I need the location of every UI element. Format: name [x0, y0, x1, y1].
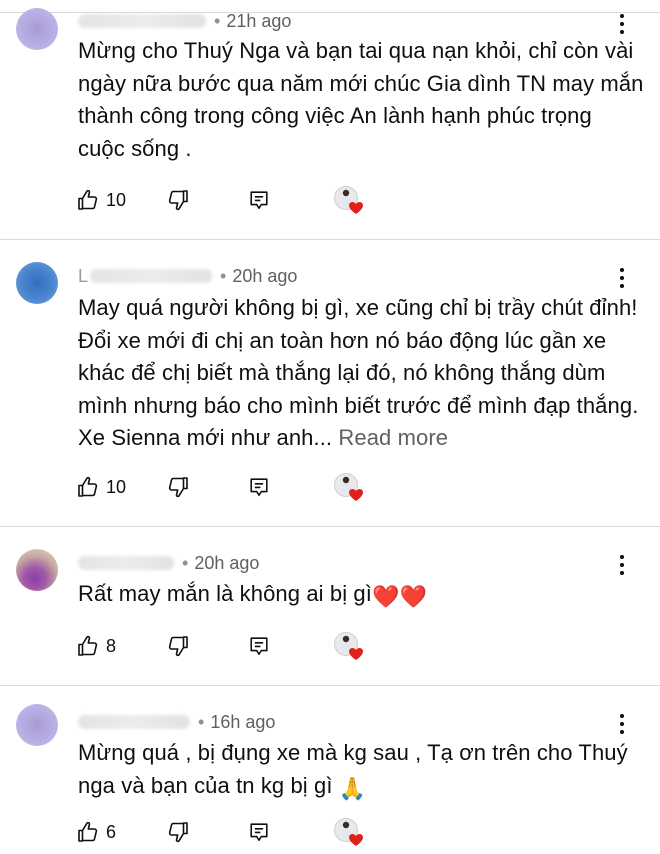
comment-1-avatar[interactable]	[16, 8, 58, 50]
comment-2-meta: L • 20h ago	[78, 265, 298, 287]
comment-2-creator-heart	[334, 472, 368, 502]
comment-2-like-button[interactable]: 10	[76, 472, 126, 502]
comment-3-actions: 8	[76, 631, 376, 661]
comment-2-reply-button[interactable]	[248, 472, 270, 502]
comment-3-text: Rất may mắn là không ai bị gì❤️❤️	[78, 578, 644, 614]
comment-1-time: 21h ago	[226, 10, 292, 31]
divider-1	[0, 239, 660, 240]
thumbs-down-icon	[168, 636, 188, 657]
comment-1-like-count: 10	[106, 189, 127, 210]
thumbs-up-icon	[78, 635, 98, 656]
comment-2-avatar[interactable]	[16, 262, 58, 304]
comment-3-avatar[interactable]	[16, 549, 58, 591]
comment-3-more-icon[interactable]	[612, 553, 632, 577]
reply-comment-icon	[250, 478, 268, 497]
creator-heart-icon	[334, 473, 363, 501]
comment-4-more-icon[interactable]	[612, 712, 632, 736]
comment-2-more-icon[interactable]	[612, 266, 632, 290]
comment-1-author-blurred[interactable]	[78, 14, 206, 28]
comment-1-dislike-button[interactable]	[166, 185, 190, 215]
comment-1-like-button[interactable]: 10	[76, 185, 126, 215]
comment-1-more-icon[interactable]	[612, 12, 632, 36]
divider-2	[0, 526, 660, 527]
comment-3-meta: • 20h ago	[78, 552, 259, 574]
comment-2-read-more-link[interactable]: Read more	[338, 425, 448, 450]
thumbs-down-icon	[168, 477, 188, 498]
thumbs-down-icon	[168, 190, 188, 211]
comment-3-like-count: 8	[106, 635, 117, 656]
comment-4-like-count: 6	[106, 821, 117, 842]
comment-4-text: Mừng quá , bị đụng xe mà kg sau , Tạ ơn …	[78, 737, 644, 805]
thumbs-up-icon	[78, 821, 98, 842]
comment-2-like-count: 10	[106, 476, 127, 497]
thumbs-up-icon	[78, 189, 98, 210]
creator-heart-icon	[334, 818, 363, 846]
reply-comment-icon	[250, 823, 268, 842]
comment-2-time: 20h ago	[232, 265, 298, 286]
comment-2-text: May quá người không bị gì, xe cũng chỉ b…	[78, 295, 639, 450]
comment-3-author-blurred[interactable]	[78, 556, 174, 570]
comment-2-dislike-button[interactable]	[166, 472, 190, 502]
comment-3-reply-button[interactable]	[248, 631, 270, 661]
comment-4-dislike-button[interactable]	[166, 817, 190, 847]
comment-4-creator-heart	[334, 817, 368, 847]
thumbs-down-icon	[168, 822, 188, 843]
comment-4-reply-button[interactable]	[248, 817, 270, 847]
comment-1-creator-heart	[334, 185, 368, 215]
comment-2-actions: 10	[76, 472, 376, 502]
divider-3	[0, 685, 660, 686]
comment-2-author-initial[interactable]: L	[78, 266, 88, 287]
comment-1-text: Mừng cho Thuý Nga và bạn tai qua nạn khỏ…	[78, 38, 644, 161]
comment-1-actions: 10	[76, 185, 376, 215]
comment-1-meta: • 21h ago	[78, 10, 291, 32]
reply-comment-icon	[250, 637, 268, 656]
comment-3-creator-heart	[334, 631, 368, 661]
creator-heart-icon	[334, 632, 363, 660]
reply-comment-icon	[250, 191, 268, 210]
comment-4-like-button[interactable]: 6	[76, 817, 116, 847]
thumbs-up-icon	[78, 476, 98, 497]
comment-4-emoji: 🙏	[338, 775, 367, 801]
comment-4-actions: 6	[76, 817, 376, 847]
comment-4-avatar[interactable]	[16, 704, 58, 746]
comment-4-author-blurred[interactable]	[78, 715, 190, 729]
comment-4-time: 16h ago	[210, 711, 276, 732]
comment-3-time: 20h ago	[194, 552, 260, 573]
comment-3-dislike-button[interactable]	[166, 631, 190, 661]
comment-3-emoji: ❤️❤️	[371, 584, 427, 609]
comment-3-like-button[interactable]: 8	[76, 631, 116, 661]
comment-1-reply-button[interactable]	[248, 185, 270, 215]
creator-heart-icon	[334, 186, 363, 214]
comment-2-author-blurred[interactable]	[90, 269, 213, 283]
comment-4-meta: • 16h ago	[78, 711, 275, 733]
